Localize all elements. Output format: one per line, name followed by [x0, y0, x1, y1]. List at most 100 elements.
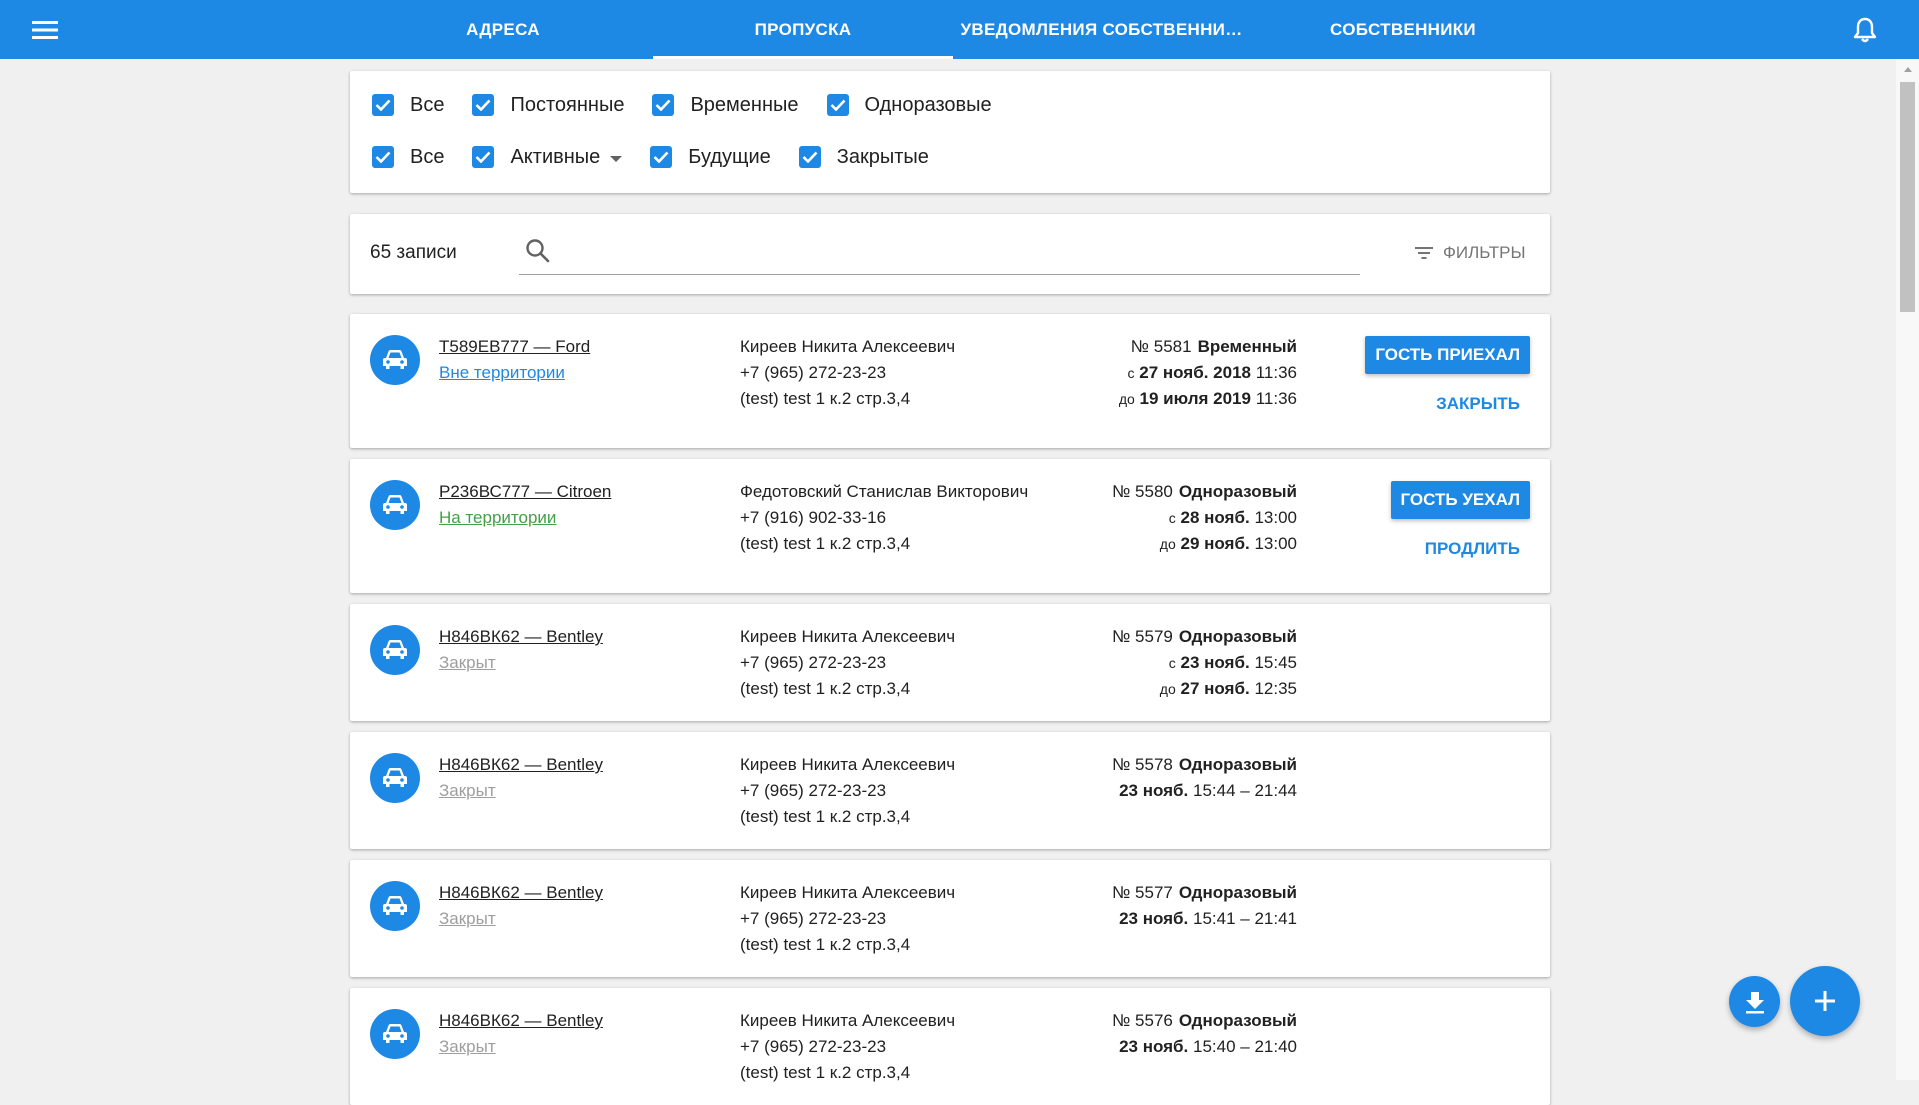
pass-card[interactable]: Н846ВК62 — Bentley Закрыт Киреев Никита Ал… — [350, 988, 1550, 1105]
pass-number: № 5578 — [1112, 755, 1173, 774]
tab-owners[interactable]: СОБСТВЕННИКИ — [1253, 0, 1553, 59]
from-prefix: с — [1168, 510, 1176, 526]
owner-phone: +7 (965) 272-23-23 — [740, 781, 887, 800]
owner-name: Киреев Никита Алексеевич — [740, 627, 956, 646]
owner-phone: +7 (965) 272-23-23 — [740, 909, 887, 928]
filter-type-permanent[interactable]: Постоянные — [472, 94, 624, 117]
owner-name: Киреев Никита Алексеевич — [740, 883, 956, 902]
pass-type: Одноразовый — [1178, 627, 1297, 646]
pass-secondary-action-button[interactable]: ЗАКРЫТЬ — [1436, 394, 1520, 414]
filter-type-all[interactable]: Все — [372, 94, 444, 117]
filter-status-active[interactable]: Активные — [472, 146, 623, 169]
scrollbar-thumb[interactable] — [1900, 82, 1915, 312]
owner-name: Киреев Никита Алексеевич — [740, 1011, 956, 1030]
car-icon — [370, 335, 420, 385]
vehicle-status-link[interactable]: Вне территории — [439, 360, 590, 386]
vehicle-status-link[interactable]: Закрыт — [439, 778, 603, 804]
from-date: 27 нояб. 2018 — [1139, 363, 1251, 382]
pass-type: Одноразовый — [1178, 755, 1297, 774]
checkbox-checked-icon[interactable] — [472, 146, 495, 168]
from-time: 11:36 — [1255, 363, 1297, 382]
vehicle-plate-link[interactable]: Р236ВС777 — Citroen — [439, 479, 611, 505]
to-time: 13:00 — [1254, 534, 1297, 553]
pass-type: Одноразовый — [1178, 1011, 1297, 1030]
to-prefix: до — [1118, 391, 1135, 407]
vehicle-plate-link[interactable]: Н846ВК62 — Bentley — [439, 880, 603, 906]
download-icon — [1745, 991, 1764, 1013]
checkbox-checked-icon[interactable] — [798, 146, 821, 168]
search-field[interactable] — [519, 232, 1360, 275]
vehicle-status-link[interactable]: На территории — [439, 505, 611, 531]
vehicle-plate-link[interactable]: Н846ВК62 — Bentley — [439, 624, 603, 650]
owner-address: (test) test 1 к.2 стр.3,4 — [740, 534, 911, 553]
pass-number: № 5581 — [1130, 337, 1192, 356]
to-date: 27 нояб. — [1180, 679, 1250, 698]
download-button[interactable] — [1729, 976, 1780, 1027]
tab-passes[interactable]: ПРОПУСКА — [653, 0, 953, 59]
from-time: 15:45 — [1254, 653, 1297, 672]
filters-button[interactable]: ФИЛЬТРЫ — [1415, 238, 1526, 268]
from-date: 23 нояб. — [1180, 653, 1250, 672]
pass-primary-action-button[interactable]: ГОСТЬ ПРИЕХАЛ — [1365, 336, 1530, 374]
tab-addresses[interactable]: АДРЕСА — [353, 0, 653, 59]
menu-icon[interactable] — [27, 16, 63, 44]
owner-address: (test) test 1 к.2 стр.3,4 — [740, 807, 911, 826]
pass-secondary-action-button[interactable]: ПРОДЛИТЬ — [1425, 539, 1520, 559]
pass-type: Одноразовый — [1178, 883, 1297, 902]
pass-type: Одноразовый — [1178, 482, 1297, 501]
vehicle-status-link[interactable]: Закрыт — [439, 906, 603, 932]
owner-name: Киреев Никита Алексеевич — [740, 755, 956, 774]
pass-date: 23 нояб. — [1119, 1037, 1189, 1056]
car-icon — [370, 1009, 420, 1059]
checkbox-checked-icon[interactable] — [650, 146, 673, 168]
vehicle-plate-link[interactable]: Т589ЕВ777 — Ford — [439, 334, 590, 360]
owner-phone: +7 (965) 272-23-23 — [740, 1037, 887, 1056]
owner-address: (test) test 1 к.2 стр.3,4 — [740, 389, 911, 408]
pass-primary-action-button[interactable]: ГОСТЬ УЕХАЛ — [1390, 481, 1530, 519]
car-icon — [370, 480, 420, 530]
car-icon — [370, 625, 420, 675]
filter-status-all[interactable]: Все — [372, 146, 444, 169]
search-panel: 65 записи ФИЛЬТРЫ — [350, 214, 1550, 294]
pass-date: 23 нояб. — [1119, 909, 1189, 928]
owner-address: (test) test 1 к.2 стр.3,4 — [740, 679, 911, 698]
checkbox-checked-icon[interactable] — [372, 146, 394, 168]
pass-type-filter-row: Все Постоянные Временные Одноразовые — [372, 90, 1020, 120]
pass-time-range: 15:41 – 21:41 — [1193, 909, 1297, 928]
filter-list-icon — [1415, 247, 1433, 259]
checkbox-checked-icon[interactable] — [372, 94, 394, 116]
search-input[interactable] — [563, 236, 1347, 270]
tab-bar: АДРЕСА ПРОПУСКА УВЕДОМЛЕНИЯ СОБСТВЕННИК.… — [353, 0, 1553, 59]
add-pass-button[interactable] — [1790, 966, 1860, 1036]
pass-card[interactable]: Н846ВК62 — Bentley Закрыт Киреев Никита Ал… — [350, 732, 1550, 849]
pass-card[interactable]: Н846ВК62 — Bentley Закрыт Киреев Никита Ал… — [350, 604, 1550, 721]
bell-icon[interactable] — [1850, 15, 1880, 45]
filter-type-temporary[interactable]: Временные — [652, 94, 799, 117]
car-icon — [370, 753, 420, 803]
vehicle-status-link[interactable]: Закрыт — [439, 650, 603, 676]
vehicle-plate-link[interactable]: Н846ВК62 — Bentley — [439, 1008, 603, 1034]
pass-card[interactable]: Р236ВС777 — Citroen На территории Федотовс… — [350, 459, 1550, 593]
checkbox-checked-icon[interactable] — [652, 94, 675, 116]
checkbox-checked-icon[interactable] — [472, 94, 495, 116]
plus-icon — [1815, 991, 1835, 1011]
filter-status-closed[interactable]: Закрытые — [798, 146, 929, 169]
filter-type-onetime[interactable]: Одноразовые — [826, 94, 992, 117]
pass-number: № 5580 — [1112, 482, 1173, 501]
owner-phone: +7 (916) 902-33-16 — [740, 508, 887, 527]
vehicle-plate-link[interactable]: Н846ВК62 — Bentley — [439, 752, 603, 778]
to-prefix: до — [1159, 681, 1176, 697]
app-bar: АДРЕСА ПРОПУСКА УВЕДОМЛЕНИЯ СОБСТВЕННИК.… — [0, 0, 1919, 59]
dropdown-arrow-icon[interactable] — [610, 155, 623, 162]
search-icon — [526, 239, 550, 263]
pass-card[interactable]: Н846ВК62 — Bentley Закрыт Киреев Никита Ал… — [350, 860, 1550, 977]
from-date: 28 нояб. — [1180, 508, 1250, 527]
checkbox-checked-icon[interactable] — [826, 94, 849, 116]
pass-card[interactable]: Т589ЕВ777 — Ford Вне территории Киреев Ник… — [350, 314, 1550, 448]
vehicle-status-link[interactable]: Закрыт — [439, 1034, 603, 1060]
from-time: 13:00 — [1254, 508, 1297, 527]
scrollbar[interactable] — [1896, 59, 1919, 1080]
scroll-up-arrow-icon[interactable] — [1904, 67, 1912, 72]
tab-owner-notifications[interactable]: УВЕДОМЛЕНИЯ СОБСТВЕННИК... — [953, 0, 1253, 59]
filter-status-future[interactable]: Будущие — [650, 146, 771, 169]
